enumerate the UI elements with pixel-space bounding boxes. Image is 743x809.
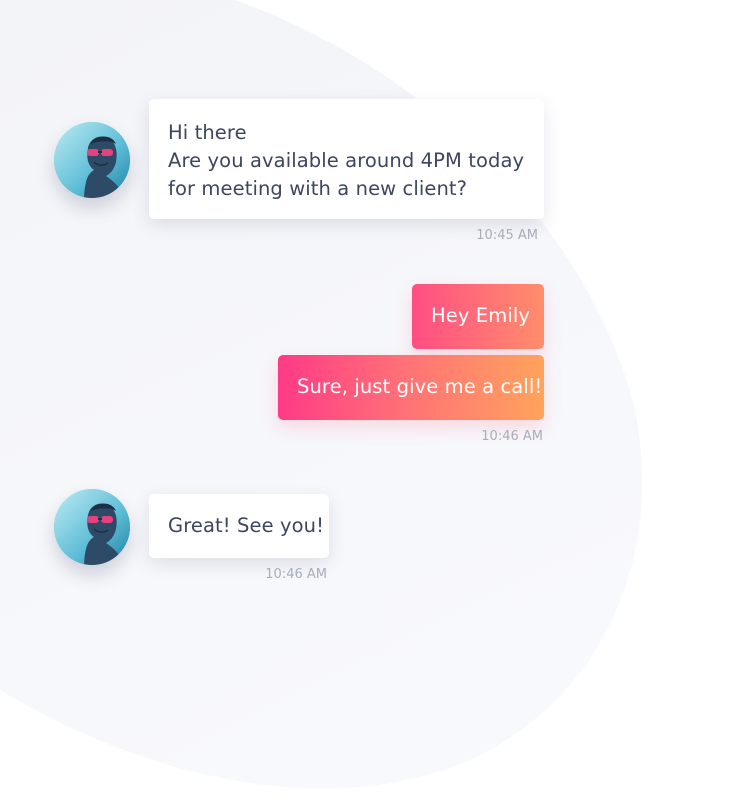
message-text-line: Sure, just give me a call! [297,375,543,398]
message-text-line: Hey Emily [431,304,530,327]
message-text-line: Are you available around 4PM today [168,149,525,172]
contact-avatar[interactable] [54,489,130,565]
message-timestamp: 10:46 AM [265,567,327,582]
outgoing-message-bubble: Hey Emily [412,284,544,349]
message-text-line: Great! See you! [168,514,325,537]
message-timestamp: 10:45 AM [476,228,538,243]
message-text-line: Hi there [168,121,247,144]
outgoing-message-bubble: Sure, just give me a call! [278,355,544,420]
incoming-message-bubble: Hi there Are you available around 4PM to… [149,99,544,219]
person-avatar-icon [54,489,130,565]
person-avatar-icon [54,122,130,198]
chat-thread: Hi there Are you available around 4PM to… [0,0,743,809]
message-text-line: for meeting with a new client? [168,177,468,200]
incoming-message-bubble: Great! See you! [149,494,329,558]
contact-avatar[interactable] [54,122,130,198]
message-timestamp: 10:46 AM [481,429,543,444]
